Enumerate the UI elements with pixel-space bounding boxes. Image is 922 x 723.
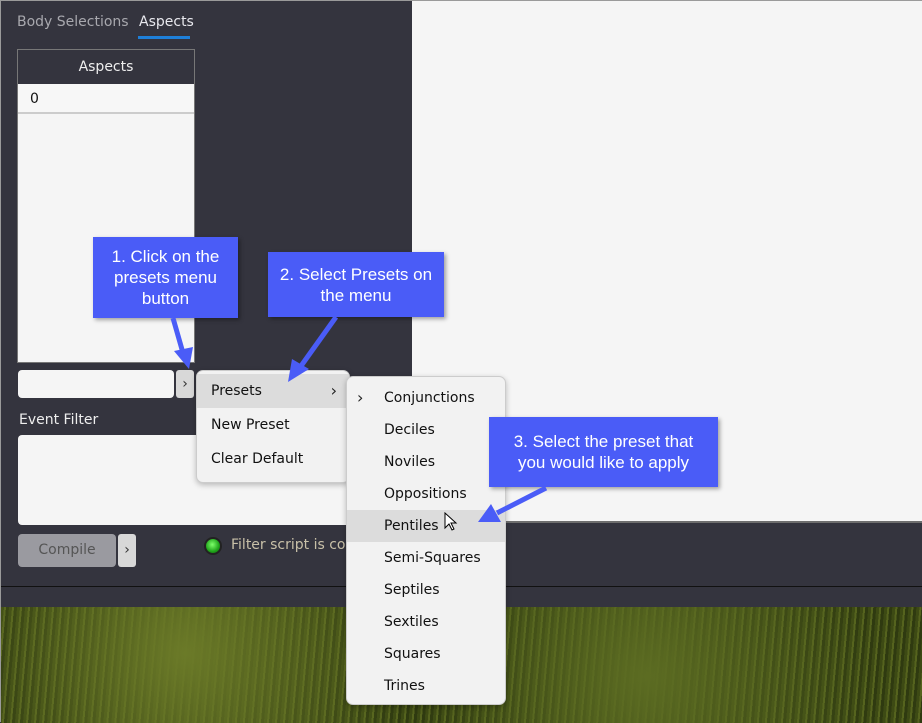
arrow-step-1-icon [170,317,186,354]
callout-arrows [170,315,548,522]
arrow-step-2-icon [298,315,339,368]
arrowhead-step-1-icon [174,347,193,369]
arrow-step-3-icon [495,485,548,516]
